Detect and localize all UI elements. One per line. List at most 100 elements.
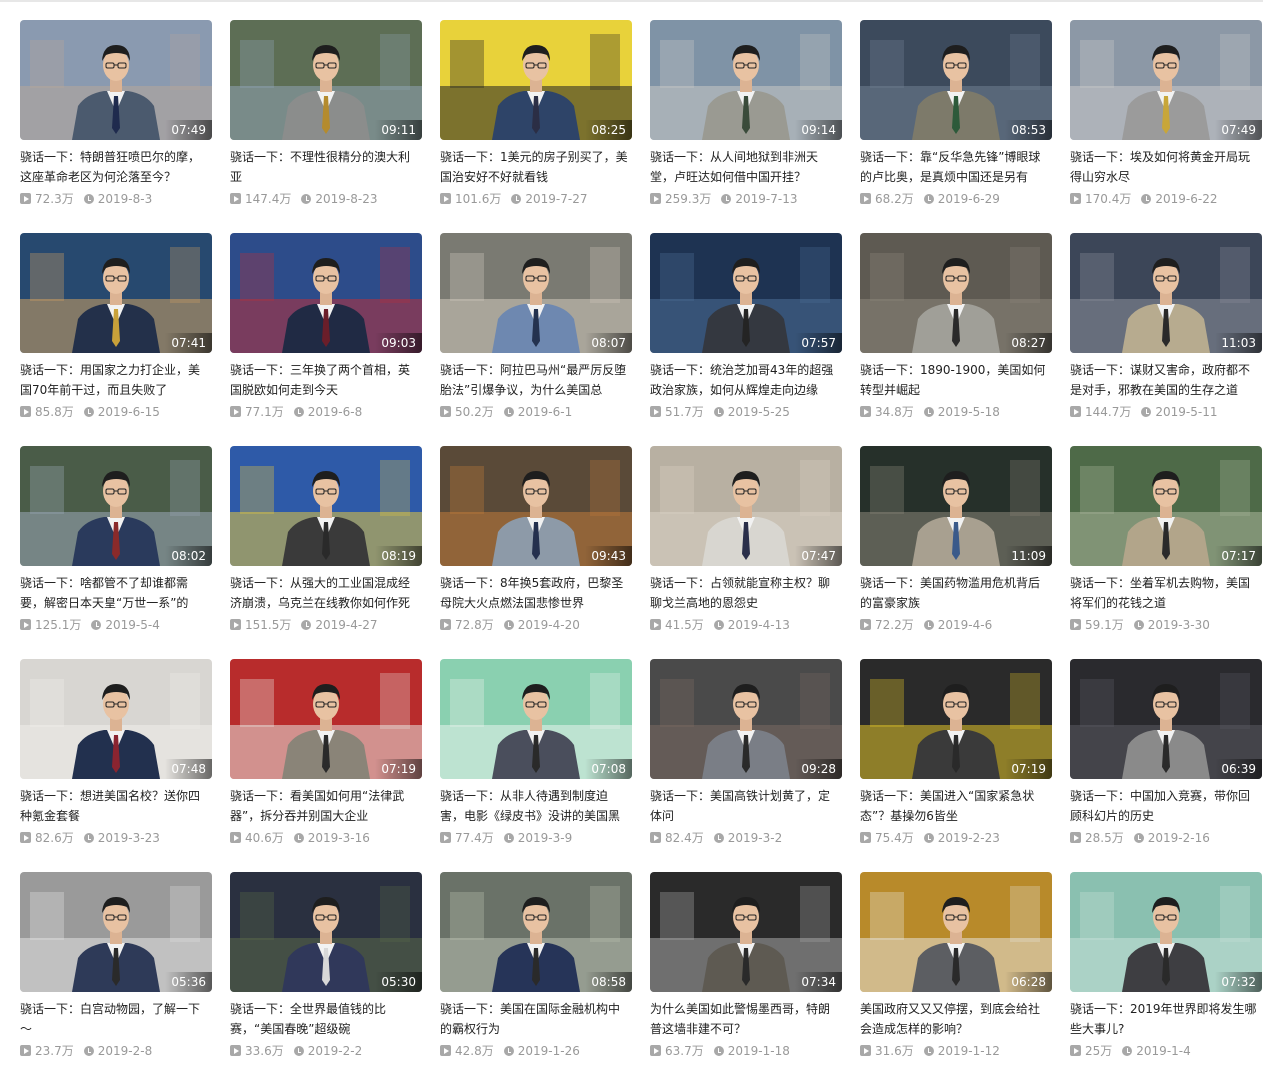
video-title[interactable]: 骁话一下：特朗普狂喷巴尔的摩，这座革命老区为何沦落至今？ [20,147,208,187]
video-thumbnail[interactable]: 05:36 [20,872,212,992]
video-card[interactable]: 07:32 骁话一下：2019年世界即将发生哪些大事儿? 25万 2019-1-4 [1070,872,1262,1062]
video-thumbnail[interactable]: 09:14 [650,20,842,140]
video-title[interactable]: 为什么美国如此警惕墨西哥，特朗普这墙非建不可？ [650,999,838,1039]
video-title[interactable]: 骁话一下：啥都管不了却谁都需要，解密日本天皇“万世一系”的 [20,573,208,613]
video-card[interactable]: 08:02 骁话一下：啥都管不了却谁都需要，解密日本天皇“万世一系”的 125.1万… [20,446,212,636]
video-title[interactable]: 骁话一下：阿拉巴马州“最严厉反堕胎法”引爆争议，为什么美国总 [440,360,628,400]
video-thumbnail[interactable]: 09:03 [230,233,422,353]
video-card[interactable]: 11:03 骁话一下：谋财又害命，政府都不是对手，邪教在美国的生存之道 144.7万… [1070,233,1262,423]
video-thumbnail[interactable]: 07:47 [650,446,842,566]
video-thumbnail[interactable]: 09:11 [230,20,422,140]
video-title[interactable]: 骁话一下：2019年世界即将发生哪些大事儿? [1070,999,1258,1039]
video-card[interactable]: 07:17 骁话一下：坐着军机去购物，美国将军们的花钱之道 59.1万 2019-3-… [1070,446,1262,636]
video-thumbnail[interactable]: 08:07 [440,233,632,353]
video-card[interactable]: 07:19 骁话一下：美国进入“国家紧急状态”？基操勿6皆坐 75.4万 2019-2… [860,659,1052,849]
video-card[interactable]: 07:41 骁话一下：用国家之力打企业，美国70年前干过，而且失败了 85.8万 20… [20,233,212,423]
video-card[interactable]: 07:49 骁话一下：埃及如何将黄金开局玩得山穷水尽 170.4万 2019-6-22 [1070,20,1262,210]
video-title[interactable]: 骁话一下：1美元的房子别买了，美国治安好不好就看钱 [440,147,628,187]
video-duration: 05:36 [165,972,212,992]
clock-icon [713,619,724,630]
video-title[interactable]: 骁话一下：占领就能宣称主权？聊聊戈兰高地的恩怨史 [650,573,838,613]
video-card[interactable]: 06:39 骁话一下：中国加入竞赛，带你回顾科幻片的历史 28.5万 2019-2-1… [1070,659,1262,849]
view-count: 85.8万 [35,404,74,419]
video-title[interactable]: 骁话一下：美国药物滥用危机背后的富豪家族 [860,573,1048,613]
video-thumbnail[interactable]: 07:08 [440,659,632,779]
video-title[interactable]: 骁话一下：从强大的工业国混成经济崩溃，乌克兰在线教你如何作死 [230,573,418,613]
video-card[interactable]: 09:43 骁话一下：8年换5套政府，巴黎圣母院大火点燃法国悲惨世界 72.8万 20… [440,446,632,636]
video-title[interactable]: 骁话一下：美国高铁计划黄了，定体问 [650,786,838,826]
video-thumbnail[interactable]: 08:53 [860,20,1052,140]
video-thumbnail[interactable]: 08:19 [230,446,422,566]
video-card[interactable]: 11:09 骁话一下：美国药物滥用危机背后的富豪家族 72.2万 2019-4-6 [860,446,1052,636]
video-title[interactable]: 骁话一下：从非人待遇到制度迫害，电影《绿皮书》没讲的美国黑 [440,786,628,826]
video-title[interactable]: 骁话一下：从人间地狱到非洲天堂，卢旺达如何借中国开挂？ [650,147,838,187]
video-title[interactable]: 骁话一下：谋财又害命，政府都不是对手，邪教在美国的生存之道 [1070,360,1258,400]
video-title[interactable]: 骁话一下：统治芝加哥43年的超强政治家族，如何从辉煌走向边缘 [650,360,838,400]
video-title[interactable]: 骁话一下：不理性很精分的澳大利亚 [230,147,418,187]
video-thumbnail[interactable]: 06:28 [860,872,1052,992]
upload-date: 2019-4-27 [315,617,378,632]
video-card[interactable]: 09:11 骁话一下：不理性很精分的澳大利亚 147.4万 2019-8-23 [230,20,422,210]
video-thumbnail[interactable]: 09:28 [650,659,842,779]
video-title[interactable]: 骁话一下：用国家之力打企业，美国70年前干过，而且失败了 [20,360,208,400]
video-card[interactable]: 09:28 骁话一下：美国高铁计划黄了，定体问 82.4万 2019-3-2 [650,659,842,849]
clock-icon [713,1045,724,1056]
video-thumbnail[interactable]: 07:49 [1070,20,1262,140]
video-thumbnail[interactable]: 07:49 [20,20,212,140]
play-count-icon [860,1045,871,1056]
video-thumbnail[interactable]: 08:25 [440,20,632,140]
video-thumbnail[interactable]: 08:58 [440,872,632,992]
video-card[interactable]: 06:28 美国政府又又又停摆，到底会给社会造成怎样的影响？ 31.6万 2019-1… [860,872,1052,1062]
video-card[interactable]: 07:49 骁话一下：特朗普狂喷巴尔的摩，这座革命老区为何沦落至今？ 72.3万 20… [20,20,212,210]
video-card[interactable]: 08:53 骁话一下：靠“反华急先锋”博眼球的卢比奥，是真烦中国还是另有 68.2万… [860,20,1052,210]
video-title[interactable]: 骁话一下：白宫动物园，了解一下～ [20,999,208,1039]
video-title[interactable]: 骁话一下：想进美国名校？送你四种氪金套餐 [20,786,208,826]
video-thumbnail[interactable]: 07:48 [20,659,212,779]
video-thumbnail[interactable]: 07:17 [1070,446,1262,566]
video-title[interactable]: 骁话一下：中国加入竞赛，带你回顾科幻片的历史 [1070,786,1258,826]
video-title[interactable]: 骁话一下：坐着军机去购物，美国将军们的花钱之道 [1070,573,1258,613]
video-thumbnail[interactable]: 09:43 [440,446,632,566]
video-card[interactable]: 08:27 骁话一下：1890-1900，美国如何转型并崛起 34.8万 2019-5… [860,233,1052,423]
video-thumbnail[interactable]: 07:41 [20,233,212,353]
video-card[interactable]: 08:07 骁话一下：阿拉巴马州“最严厉反堕胎法”引爆争议，为什么美国总 50.2万… [440,233,632,423]
video-title[interactable]: 骁话一下：全世界最值钱的比赛，“美国春晚”超级碗 [230,999,418,1039]
video-title[interactable]: 美国政府又又又停摆，到底会给社会造成怎样的影响？ [860,999,1048,1039]
video-card[interactable]: 07:48 骁话一下：想进美国名校？送你四种氪金套餐 82.6万 2019-3-23 [20,659,212,849]
video-thumbnail[interactable]: 07:19 [230,659,422,779]
video-card[interactable]: 07:19 骁话一下：看美国如何用“法律武器”，拆分吞并别国大企业 40.6万 201… [230,659,422,849]
video-card[interactable]: 07:57 骁话一下：统治芝加哥43年的超强政治家族，如何从辉煌走向边缘 51.7万… [650,233,842,423]
video-card[interactable]: 08:58 骁话一下：美国在国际金融机构中的霸权行为 42.8万 2019-1-26 [440,872,632,1062]
video-thumbnail[interactable]: 08:02 [20,446,212,566]
video-title[interactable]: 骁话一下：1890-1900，美国如何转型并崛起 [860,360,1048,400]
video-title[interactable]: 骁话一下：看美国如何用“法律武器”，拆分吞并别国大企业 [230,786,418,826]
video-title[interactable]: 骁话一下：三年换了两个首相，英国脱欧如何走到今天 [230,360,418,400]
video-card[interactable]: 07:47 骁话一下：占领就能宣称主权？聊聊戈兰高地的恩怨史 41.5万 2019-4… [650,446,842,636]
video-card[interactable]: 07:34 为什么美国如此警惕墨西哥，特朗普这墙非建不可？ 63.7万 2019-1-… [650,872,842,1062]
video-title[interactable]: 骁话一下：靠“反华急先锋”博眼球的卢比奥，是真烦中国还是另有 [860,147,1048,187]
video-card[interactable]: 09:03 骁话一下：三年换了两个首相，英国脱欧如何走到今天 77.1万 2019-6… [230,233,422,423]
view-count: 151.5万 [245,617,292,632]
view-count: 72.3万 [35,191,74,206]
play-count-icon [860,406,871,417]
video-thumbnail[interactable]: 07:57 [650,233,842,353]
video-thumbnail[interactable]: 08:27 [860,233,1052,353]
video-title[interactable]: 骁话一下：埃及如何将黄金开局玩得山穷水尽 [1070,147,1258,187]
video-title[interactable]: 骁话一下：美国在国际金融机构中的霸权行为 [440,999,628,1039]
video-thumbnail[interactable]: 06:39 [1070,659,1262,779]
video-thumbnail[interactable]: 07:19 [860,659,1052,779]
video-card[interactable]: 05:30 骁话一下：全世界最值钱的比赛，“美国春晚”超级碗 33.6万 2019-2… [230,872,422,1062]
video-card[interactable]: 09:14 骁话一下：从人间地狱到非洲天堂，卢旺达如何借中国开挂？ 259.3万 20… [650,20,842,210]
video-duration: 09:43 [585,546,632,566]
video-thumbnail[interactable]: 07:32 [1070,872,1262,992]
video-thumbnail[interactable]: 05:30 [230,872,422,992]
video-title[interactable]: 骁话一下：美国进入“国家紧急状态”？基操勿6皆坐 [860,786,1048,826]
video-title[interactable]: 骁话一下：8年换5套政府，巴黎圣母院大火点燃法国悲惨世界 [440,573,628,613]
video-card[interactable]: 08:25 骁话一下：1美元的房子别买了，美国治安好不好就看钱 101.6万 2019… [440,20,632,210]
video-card[interactable]: 07:08 骁话一下：从非人待遇到制度迫害，电影《绿皮书》没讲的美国黑 77.4万 2… [440,659,632,849]
video-card[interactable]: 05:36 骁话一下：白宫动物园，了解一下～ 23.7万 2019-2-8 [20,872,212,1062]
video-card[interactable]: 08:19 骁话一下：从强大的工业国混成经济崩溃，乌克兰在线教你如何作死 151.5… [230,446,422,636]
video-thumbnail[interactable]: 07:34 [650,872,842,992]
video-thumbnail[interactable]: 11:09 [860,446,1052,566]
video-thumbnail[interactable]: 11:03 [1070,233,1262,353]
